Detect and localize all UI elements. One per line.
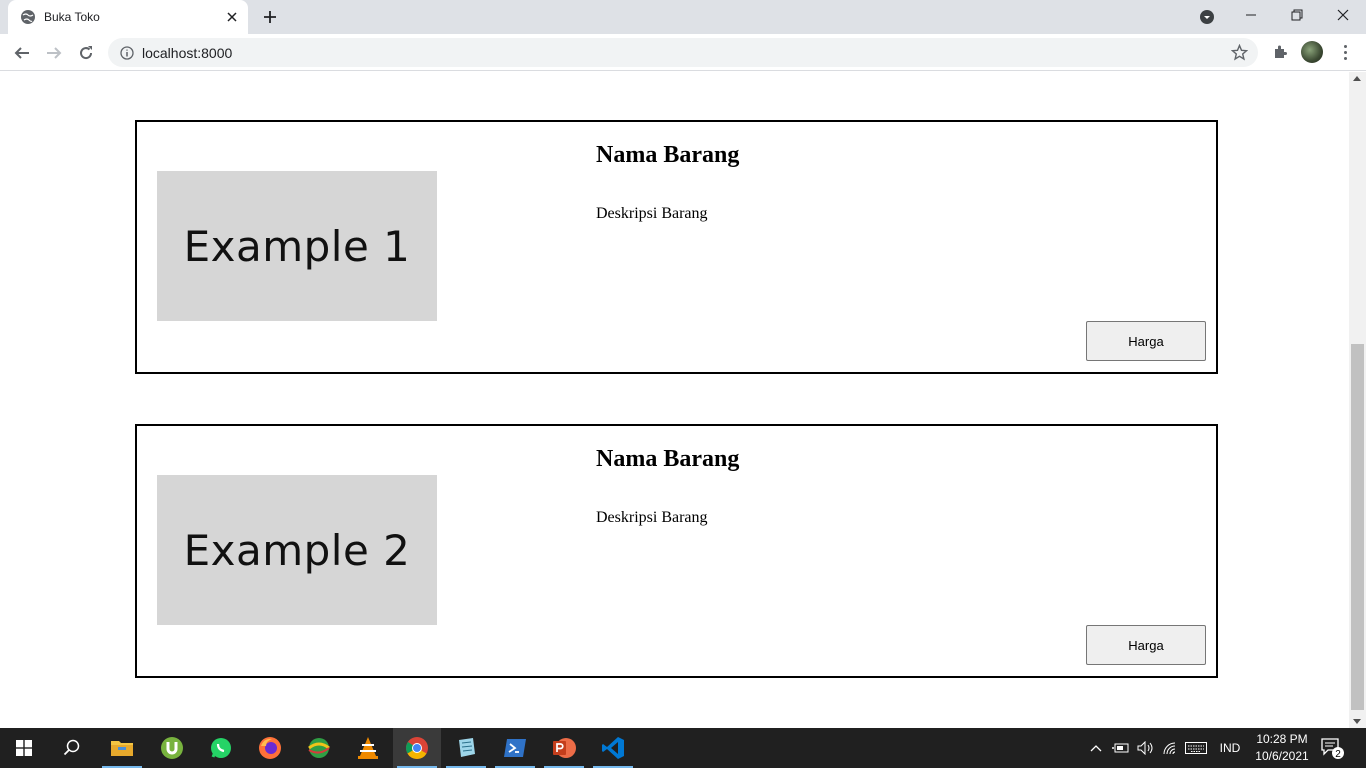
url-text[interactable]: localhost:8000 bbox=[142, 45, 232, 61]
internet-download-manager-icon[interactable] bbox=[295, 728, 343, 768]
product-image: Example 1 bbox=[157, 171, 437, 321]
extensions-puzzle-icon[interactable] bbox=[1270, 42, 1290, 62]
product-description: Deskripsi Barang bbox=[596, 509, 708, 526]
volume-icon[interactable] bbox=[1135, 728, 1157, 768]
clock-date: 10/6/2021 bbox=[1255, 749, 1309, 763]
product-image: Example 2 bbox=[157, 475, 437, 625]
language-indicator[interactable]: IND bbox=[1214, 728, 1246, 768]
file-explorer-icon[interactable] bbox=[98, 728, 146, 768]
profile-avatar[interactable] bbox=[1301, 41, 1323, 63]
windows-taskbar: IND 10:28 PM 10/6/2021 2 bbox=[0, 728, 1366, 768]
close-tab-icon[interactable] bbox=[222, 7, 242, 27]
price-button[interactable]: Harga bbox=[1086, 321, 1206, 361]
forward-icon[interactable] bbox=[40, 39, 68, 67]
wifi-icon[interactable] bbox=[1160, 728, 1180, 768]
scroll-up-icon[interactable] bbox=[1353, 76, 1361, 81]
product-description: Deskripsi Barang bbox=[596, 205, 708, 222]
scrollbar-thumb[interactable] bbox=[1351, 344, 1364, 710]
notepad-icon[interactable] bbox=[442, 728, 490, 768]
scroll-down-icon[interactable] bbox=[1353, 719, 1361, 724]
vscode-icon[interactable] bbox=[589, 728, 637, 768]
bookmark-star-icon[interactable] bbox=[1231, 44, 1248, 61]
close-window-icon[interactable] bbox=[1320, 0, 1366, 30]
notification-center-icon[interactable]: 2 bbox=[1320, 736, 1344, 760]
notification-count: 2 bbox=[1335, 749, 1341, 760]
browser-toolbar: localhost:8000 bbox=[0, 34, 1366, 71]
vlc-icon[interactable] bbox=[344, 728, 392, 768]
system-clock[interactable]: 10:28 PM 10/6/2021 bbox=[1252, 731, 1312, 765]
clock-time: 10:28 PM bbox=[1256, 732, 1308, 746]
powershell-icon[interactable] bbox=[491, 728, 539, 768]
battery-icon[interactable] bbox=[1111, 728, 1131, 768]
address-bar[interactable]: localhost:8000 bbox=[108, 38, 1258, 67]
new-tab-icon[interactable] bbox=[258, 5, 282, 29]
chevron-up-icon[interactable] bbox=[1087, 728, 1105, 768]
product-image-text: Example 1 bbox=[183, 221, 411, 271]
browser-tab[interactable]: Buka Toko bbox=[8, 0, 248, 34]
vertical-scrollbar[interactable] bbox=[1349, 72, 1366, 728]
keyboard-icon[interactable] bbox=[1183, 728, 1209, 768]
tab-title: Buka Toko bbox=[44, 10, 100, 24]
back-icon[interactable] bbox=[8, 39, 36, 67]
restore-icon[interactable] bbox=[1274, 0, 1320, 30]
windows-start-icon[interactable] bbox=[0, 728, 48, 768]
product-card: Example 2 Nama Barang Deskripsi Barang H… bbox=[135, 424, 1218, 678]
product-name: Nama Barang bbox=[596, 446, 740, 472]
powerpoint-icon[interactable] bbox=[540, 728, 588, 768]
minimize-icon[interactable] bbox=[1228, 0, 1274, 30]
tab-search-icon[interactable] bbox=[1197, 7, 1217, 27]
tab-strip: Buka Toko bbox=[0, 0, 1366, 34]
site-info-icon[interactable] bbox=[120, 45, 134, 60]
chrome-icon[interactable] bbox=[393, 728, 441, 768]
product-card: Example 1 Nama Barang Deskripsi Barang H… bbox=[135, 120, 1218, 374]
search-icon[interactable] bbox=[48, 728, 96, 768]
whatsapp-icon[interactable] bbox=[197, 728, 245, 768]
reload-icon[interactable] bbox=[72, 39, 100, 67]
price-button[interactable]: Harga bbox=[1086, 625, 1206, 665]
firefox-icon[interactable] bbox=[246, 728, 294, 768]
product-name: Nama Barang bbox=[596, 142, 740, 168]
page-viewport: Example 1 Nama Barang Deskripsi Barang H… bbox=[0, 72, 1349, 728]
chrome-menu-icon[interactable] bbox=[1335, 42, 1355, 62]
product-image-text: Example 2 bbox=[183, 525, 411, 575]
utorrent-icon[interactable] bbox=[148, 728, 196, 768]
globe-icon bbox=[20, 9, 36, 25]
